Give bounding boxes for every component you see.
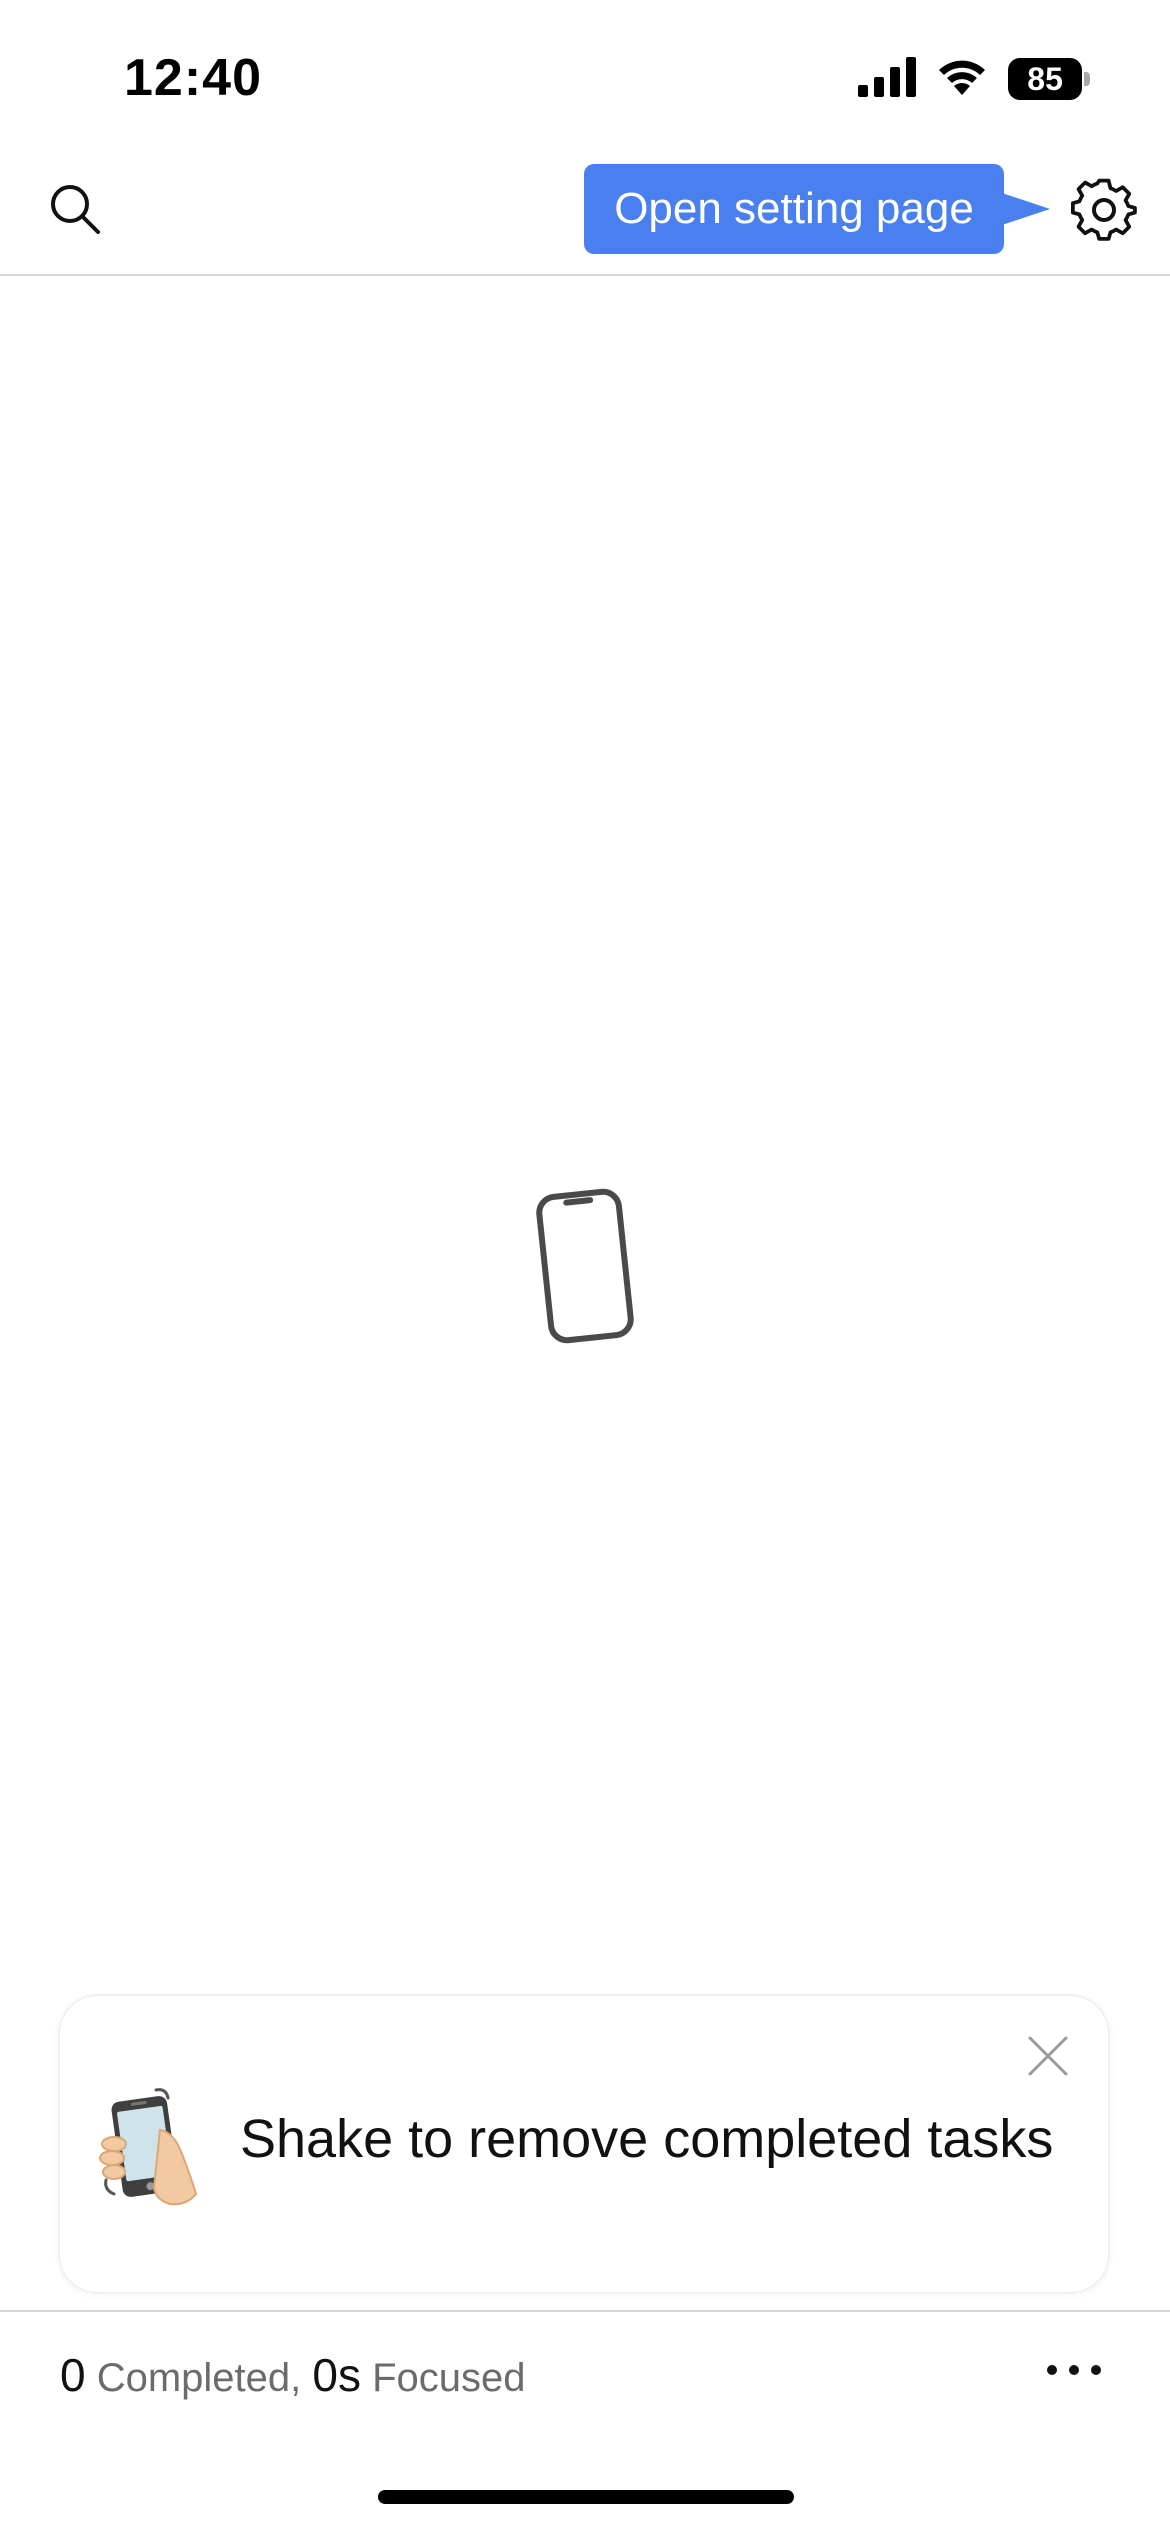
shake-tip-text: Shake to remove completed tasks	[240, 2109, 1054, 2169]
status-time: 12:40	[124, 49, 262, 107]
more-options-button[interactable]	[1038, 2342, 1110, 2402]
wifi-icon	[936, 57, 988, 102]
bottom-bar: 0 Completed, 0s Focused	[0, 2310, 1170, 2432]
cellular-signal-icon	[858, 56, 916, 102]
nav-bar: Open setting page	[0, 150, 1170, 276]
shake-phone-icon	[98, 2084, 208, 2208]
app-screen: 12:40 85 Open setting page Shake to remo…	[0, 0, 1170, 2532]
gear-icon	[1071, 177, 1137, 248]
more-icon	[1044, 2363, 1104, 2382]
focused-label: Focused	[360, 2356, 526, 2400]
stats-summary: 0 Completed, 0s Focused	[60, 2348, 526, 2402]
status-icons: 85	[858, 54, 1090, 104]
settings-button[interactable]	[1068, 176, 1140, 248]
status-bar: 12:40 85	[0, 0, 1170, 150]
home-indicator[interactable]	[378, 2490, 794, 2504]
close-icon	[1024, 2032, 1072, 2085]
tooltip-arrow	[1002, 193, 1050, 225]
shake-tip-card: Shake to remove completed tasks	[58, 1994, 1110, 2294]
tip-close-button[interactable]	[1016, 2026, 1080, 2090]
battery-level: 85	[1008, 58, 1083, 100]
completed-count: 0	[60, 2349, 86, 2401]
focused-time: 0s	[312, 2349, 361, 2401]
empty-state-phone-icon	[530, 1186, 640, 1346]
completed-label: Completed,	[85, 2356, 313, 2400]
search-button[interactable]	[44, 180, 108, 244]
settings-tooltip: Open setting page	[584, 164, 1004, 254]
battery-indicator: 85	[1008, 58, 1090, 100]
search-icon	[48, 182, 104, 243]
battery-cap	[1084, 72, 1090, 86]
